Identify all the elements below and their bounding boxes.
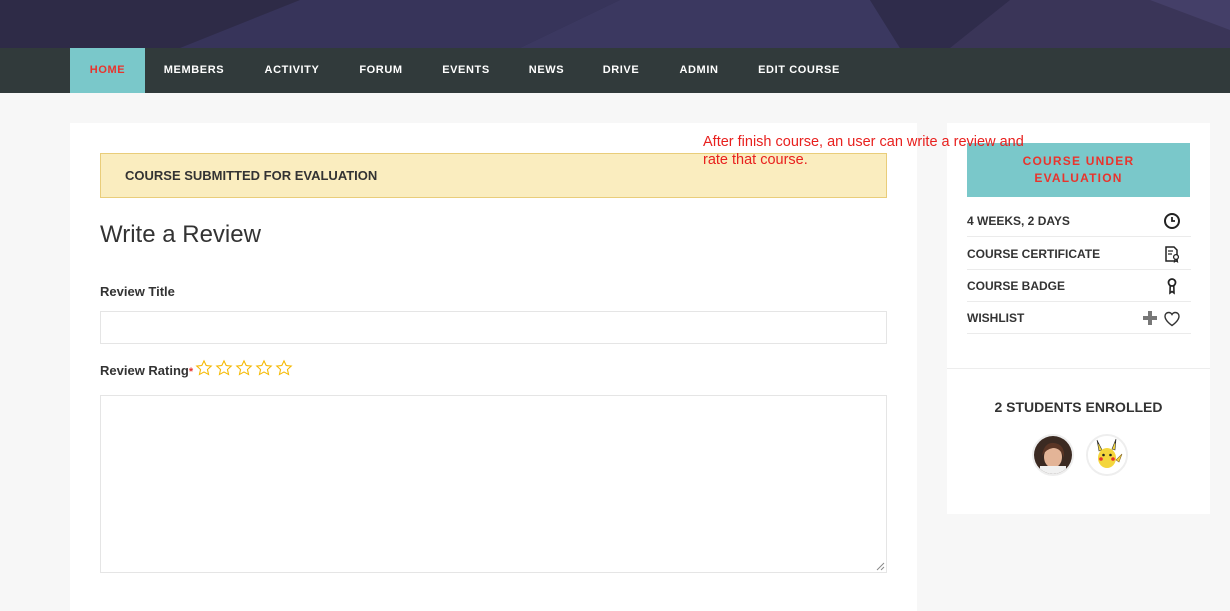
star-icon-1[interactable] [195,359,213,377]
star-icon-5[interactable] [275,359,293,377]
wishlist-label: WISHLIST [967,311,1025,325]
rating-stars [195,359,293,379]
page-title: Write a Review [100,221,261,248]
pikachu-avatar-image [1088,436,1126,474]
enrolled-count: 2 STUDENTS ENROLLED [994,399,1163,415]
course-badge-label: COURSE BADGE [967,279,1066,293]
nav-events[interactable]: EVENTS [421,48,511,93]
nav-drive[interactable]: DRIVE [582,48,660,93]
review-title-input[interactable] [100,311,887,344]
nav-news[interactable]: NEWS [511,48,582,93]
star-icon-2[interactable] [215,359,233,377]
review-title-label: Review Title [100,284,175,299]
required-mark: * [188,366,194,378]
student-avatar-2[interactable] [1086,434,1128,476]
review-body-textarea[interactable] [100,395,887,573]
enrolled-students-card: 2 STUDENTS ENROLLED [947,368,1210,514]
course-duration-label: 4 WEEKS, 2 DAYS [967,214,1070,228]
course-certificate-label: COURSE CERTIFICATE [967,247,1101,261]
certificate-icon [1165,246,1180,263]
nav-activity[interactable]: ACTIVITY [243,48,341,93]
resize-grip-icon[interactable] [876,562,885,571]
wishlist-row: WISHLIST [967,302,1191,334]
clock-icon [1164,213,1180,229]
review-rating-label: Review Rating* [100,363,193,378]
hero-banner [0,0,1230,48]
hero-background-shapes [0,0,1230,48]
course-duration-row: 4 WEEKS, 2 DAYS [967,205,1191,237]
nav-members[interactable]: MEMBERS [145,48,243,93]
review-rating-label-text: Review Rating [100,363,189,378]
nav-home[interactable]: HOME [70,48,145,93]
nav-edit-course[interactable]: EDIT COURSE [738,48,860,93]
heart-icon[interactable] [1163,310,1181,328]
course-navbar: HOME MEMBERS ACTIVITY FORUM EVENTS NEWS … [0,48,1230,93]
nav-forum[interactable]: FORUM [341,48,421,93]
student-avatar-1[interactable] [1032,434,1074,476]
plus-icon[interactable] [1143,311,1157,325]
course-badge-row: COURSE BADGE [967,270,1191,302]
star-icon-4[interactable] [255,359,273,377]
star-icon-3[interactable] [235,359,253,377]
review-card: COURSE SUBMITTED FOR EVALUATION Write a … [70,123,917,611]
annotation-note: After finish course, an user can write a… [703,134,1024,168]
nav-admin[interactable]: ADMIN [660,48,738,93]
course-certificate-row: COURSE CERTIFICATE [967,238,1191,270]
student-photo [1034,436,1072,474]
badge-icon [1167,278,1177,295]
